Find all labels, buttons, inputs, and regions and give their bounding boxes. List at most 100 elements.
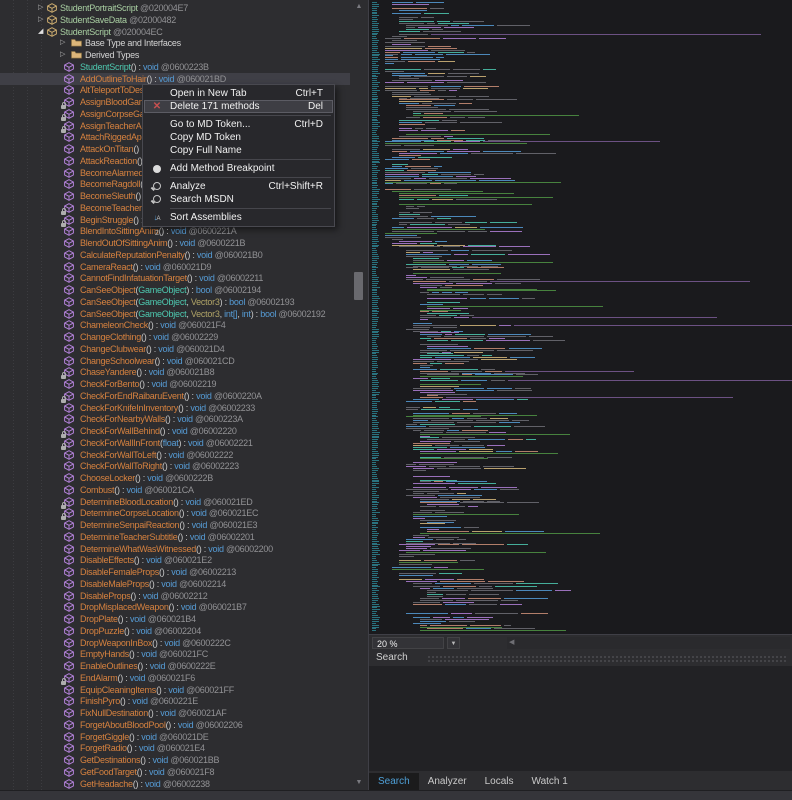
tree-node-label: ForgetRadio() : void @060021E4 — [80, 742, 205, 754]
tree-node-label: EquipCleaningItems() : void @060021FF — [80, 684, 234, 696]
tree-node-method[interactable]: FixNullDestination() : void @060021AF — [0, 707, 350, 719]
tree-node-method[interactable]: StudentScript() : void @0600223B — [0, 61, 350, 73]
search-pane-titlebar[interactable]: Search — [369, 651, 792, 666]
menu-item-copy-md-token[interactable]: Copy MD Token — [144, 131, 333, 144]
tree-node-method[interactable]: AddOutlineToHair() : void @060021BD — [0, 73, 350, 85]
tree-node-method[interactable]: DropPlate() : void @060021B4 — [0, 613, 350, 625]
zoom-dropdown-button[interactable]: ▼ — [447, 637, 460, 649]
tree-node-label: ChangeSchoolwear() : void @060021CD — [80, 355, 235, 367]
tree-node-method[interactable]: GetFoodTarget() : void @060021F8 — [0, 766, 350, 778]
tree-node-method[interactable]: DisableFemaleProps() : void @06002213 — [0, 566, 350, 578]
tree-node-method[interactable]: ForgetAboutBloodPool() : void @06002206 — [0, 719, 350, 731]
tree-node-method[interactable]: DetermineBloodLocation() : void @060021E… — [0, 496, 350, 508]
tree-node-folder[interactable]: ▷Derived Types — [0, 49, 350, 61]
tree-node-class[interactable]: ◢StudentScript @020004EC — [0, 26, 350, 38]
tree-node-method[interactable]: ChangeSchoolwear() : void @060021CD — [0, 355, 350, 367]
tree-node-method[interactable]: DetermineCorpseLocation() : void @060021… — [0, 507, 350, 519]
menu-item-copy-full-name[interactable]: Copy Full Name — [144, 144, 333, 157]
code-line — [369, 162, 792, 163]
tree-node-method[interactable]: CheckForWallToLeft() : void @06002222 — [0, 449, 350, 461]
tree-node-method[interactable]: EnableOutlines() : void @0600222E — [0, 660, 350, 672]
tree-node-method[interactable]: DetermineWhatWasWitnessed() : void @0600… — [0, 543, 350, 555]
scrollbar-thumb[interactable] — [354, 272, 363, 300]
tree-node-method[interactable]: EquipCleaningItems() : void @060021FF — [0, 684, 350, 696]
menu-item-analyze[interactable]: AnalyzeCtrl+Shift+R — [144, 180, 333, 193]
tree-node-method[interactable]: DetermineSenpaiReaction() : void @060021… — [0, 519, 350, 531]
tree-node-method[interactable]: CanSeeObject(GameObject, Vector3) : bool… — [0, 296, 350, 308]
tree-node-method[interactable]: CheckForWallInFront(float) : void @06002… — [0, 437, 350, 449]
tree-node-method[interactable]: ChaseYandere() : void @060021B8 — [0, 366, 350, 378]
expander-collapsed-icon[interactable]: ▷ — [38, 14, 43, 26]
tree-node-method[interactable]: DropMisplacedWeapon() : void @060021B7 — [0, 601, 350, 613]
tree-node-method[interactable]: CanSeeObject(GameObject, Vector3, int[],… — [0, 308, 350, 320]
code-line — [369, 48, 792, 49]
method-icon — [64, 179, 75, 189]
method-icon — [64, 262, 75, 272]
tree-node-method[interactable]: GetHeadache() : void @06002238 — [0, 778, 350, 790]
zoom-level-combobox[interactable]: 20 % — [372, 637, 444, 649]
code-line — [369, 258, 792, 259]
method-icon — [64, 779, 75, 789]
tree-node-method[interactable]: FinishPyro() : void @0600221E — [0, 695, 350, 707]
tree-node-method[interactable]: DetermineTeacherSubtitle() : void @06002… — [0, 531, 350, 543]
code-line — [369, 409, 792, 410]
tree-node-method[interactable]: DisableMaleProps() : void @06002214 — [0, 578, 350, 590]
tree-node-method[interactable]: CheckForWallToRight() : void @06002223 — [0, 460, 350, 472]
scroll-left-arrow[interactable]: ◀ — [509, 637, 514, 649]
expander-collapsed-icon[interactable]: ▷ — [38, 2, 43, 14]
tree-node-class[interactable]: ▷StudentSaveData @02000482 — [0, 14, 350, 26]
tree-node-class[interactable]: ▷StudentPortraitScript @020004E7 — [0, 2, 350, 14]
tree-node-method[interactable]: CheckForBento() : void @06002219 — [0, 378, 350, 390]
tree-vertical-scrollbar[interactable]: ▲ ▼ — [350, 0, 368, 790]
code-line — [369, 420, 792, 421]
tree-node-method[interactable]: CameraReact() : void @060021D9 — [0, 261, 350, 273]
decompiled-code-view[interactable] — [369, 0, 792, 634]
tree-node-method[interactable]: DisableEffects() : void @060021E2 — [0, 554, 350, 566]
tree-node-method[interactable]: ChangeClothing() : void @06002229 — [0, 331, 350, 343]
tree-node-method[interactable]: CheckForNearbyWalls() : void @0600223A — [0, 413, 350, 425]
tree-node-method[interactable]: ChameleonCheck() : void @060021F4 — [0, 319, 350, 331]
code-line — [369, 80, 792, 81]
expander-collapsed-icon[interactable]: ▷ — [60, 49, 65, 61]
code-line — [369, 336, 792, 337]
tree-node-label: CheckForEndRaibaruEvent() : void @060022… — [80, 390, 262, 402]
menu-item-sort-assemblies[interactable]: ↓AZSort Assemblies — [144, 211, 333, 224]
tree-node-method[interactable]: ForgetRadio() : void @060021E4 — [0, 742, 350, 754]
code-line — [369, 535, 792, 536]
tree-node-label: CheckForBento() : void @06002219 — [80, 378, 216, 390]
tree-node-method[interactable]: BlendOutOfSittingAnim() : void @0600221B — [0, 237, 350, 249]
menu-separator — [170, 159, 331, 160]
tree-node-folder[interactable]: ▷Base Type and Interfaces — [0, 37, 350, 49]
tree-node-method[interactable]: CheckForKnifeInInventory() : void @06002… — [0, 402, 350, 414]
scroll-up-arrow[interactable]: ▲ — [350, 0, 368, 14]
code-horizontal-scrollbar[interactable]: ◀ — [507, 637, 790, 649]
tree-node-method[interactable]: DisableProps() : void @06002212 — [0, 590, 350, 602]
tree-node-method[interactable]: ForgetGiggle() : void @060021DE — [0, 731, 350, 743]
menu-item-search-msdn[interactable]: Search MSDN — [144, 193, 333, 206]
menu-item-go-to-md-token[interactable]: Go to MD Token...Ctrl+D — [144, 118, 333, 131]
tree-node-method[interactable]: DropPuzzle() : void @06002204 — [0, 625, 350, 637]
tree-node-method[interactable]: CanSeeObject(GameObject) : bool @0600219… — [0, 284, 350, 296]
tree-node-method[interactable]: Combust() : void @060021CA — [0, 484, 350, 496]
tree-node-method[interactable]: CheckForWallBehind() : void @06002220 — [0, 425, 350, 437]
tree-node-method[interactable]: BlendIntoSittingAnim() : void @0600221A — [0, 225, 350, 237]
menu-item-open-in-new-tab[interactable]: Open in New TabCtrl+T — [144, 87, 333, 100]
scroll-down-arrow[interactable]: ▼ — [350, 776, 368, 790]
tree-node-method[interactable]: ChooseLocker() : void @0600222B — [0, 472, 350, 484]
code-line — [369, 134, 792, 135]
search-pane-content[interactable] — [369, 666, 792, 771]
menu-item-delete-171-methods[interactable]: ✕Delete 171 methodsDel — [144, 100, 333, 113]
tree-node-method[interactable]: CannotFindInfatuationTarget() : void @06… — [0, 272, 350, 284]
tree-node-method[interactable]: EmptyHands() : void @060021FC — [0, 648, 350, 660]
tree-node-method[interactable]: CheckForEndRaibaruEvent() : void @060022… — [0, 390, 350, 402]
menu-item-add-method-breakpoint[interactable]: Add Method Breakpoint — [144, 162, 333, 175]
tree-node-method[interactable]: EndAlarm() : void @060021F6 — [0, 672, 350, 684]
code-line — [369, 380, 792, 381]
tree-node-method[interactable]: CalculateReputationPenalty() : void @060… — [0, 249, 350, 261]
tree-node-method[interactable]: GetDestinations() : void @060021BB — [0, 754, 350, 766]
expander-open-icon[interactable]: ◢ — [38, 26, 43, 38]
tree-node-method[interactable]: ChangeClubwear() : void @060021D4 — [0, 343, 350, 355]
tree-node-method[interactable]: DropWeaponInBox() : void @0600222C — [0, 637, 350, 649]
expander-collapsed-icon[interactable]: ▷ — [60, 37, 65, 49]
code-line — [369, 298, 792, 299]
